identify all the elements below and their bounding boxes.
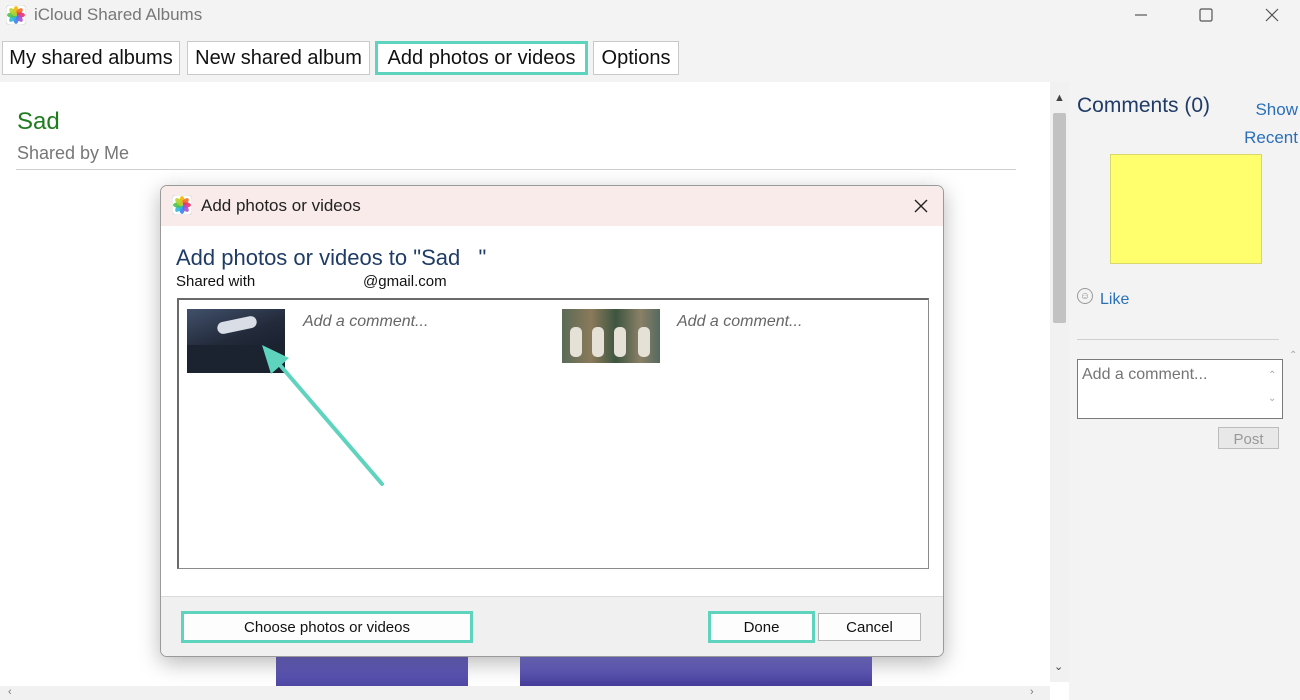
shared-with-label: Shared with bbox=[176, 273, 256, 290]
add-comment-input[interactable] bbox=[1077, 359, 1283, 419]
show-recent-link[interactable]: Show Recent bbox=[1240, 96, 1298, 152]
close-button[interactable] bbox=[1249, 0, 1295, 30]
album-title: Sad bbox=[17, 108, 60, 135]
recent-link-label: Recent bbox=[1244, 128, 1298, 147]
divider bbox=[16, 169, 1016, 170]
dialog-title: Add photos or videos bbox=[201, 196, 361, 215]
window-title: iCloud Shared Albums bbox=[34, 5, 203, 24]
photos-app-icon bbox=[172, 195, 192, 215]
smiley-icon[interactable]: ☺ bbox=[1077, 288, 1093, 304]
album-subtitle: Shared by Me bbox=[17, 143, 130, 163]
close-icon bbox=[914, 199, 928, 213]
comments-title: Comments (0) bbox=[1077, 94, 1211, 117]
album-photo[interactable] bbox=[520, 656, 872, 690]
album-photo[interactable] bbox=[276, 656, 468, 690]
shared-with-email: @gmail.com bbox=[363, 273, 447, 290]
my-shared-albums-button[interactable]: My shared albums bbox=[2, 41, 180, 75]
scroll-down-icon[interactable]: ⌄ bbox=[1054, 660, 1063, 673]
media-comment-input[interactable]: Add a comment... bbox=[303, 313, 428, 331]
dialog-heading: Add photos or videos to "Sad " bbox=[176, 245, 487, 270]
show-link-label: Show bbox=[1255, 100, 1298, 119]
scroll-up-icon[interactable]: ▲ bbox=[1054, 92, 1065, 104]
add-photos-dialog: Add photos or videos Add photos or video… bbox=[160, 185, 944, 657]
divider bbox=[1077, 339, 1279, 340]
minimize-icon bbox=[1135, 14, 1147, 16]
choose-photos-button[interactable]: Choose photos or videos bbox=[181, 611, 473, 643]
dialog-close-button[interactable] bbox=[909, 194, 933, 218]
scroll-left-icon[interactable]: ‹ bbox=[8, 686, 12, 698]
cancel-button[interactable]: Cancel bbox=[818, 613, 921, 641]
media-thumbnail[interactable] bbox=[562, 309, 660, 363]
scrollbar-thumb[interactable] bbox=[1053, 113, 1066, 323]
done-button[interactable]: Done bbox=[708, 611, 815, 643]
close-icon bbox=[1265, 8, 1279, 22]
add-photos-or-videos-button[interactable]: Add photos or videos bbox=[375, 41, 588, 75]
post-button[interactable]: Post bbox=[1218, 427, 1279, 449]
media-thumbnail[interactable] bbox=[187, 309, 285, 373]
photos-app-icon bbox=[6, 5, 26, 25]
title-bar: iCloud Shared Albums bbox=[0, 0, 1300, 30]
new-shared-album-button[interactable]: New shared album bbox=[187, 41, 370, 75]
pane-scroll-up-icon[interactable]: ⌃ bbox=[1289, 350, 1297, 361]
album-cover-note bbox=[1110, 154, 1262, 264]
toolbar: My shared albums New shared album Add ph… bbox=[0, 30, 1300, 82]
media-comment-input[interactable]: Add a comment... bbox=[677, 313, 802, 331]
horizontal-scrollbar[interactable] bbox=[0, 686, 1050, 700]
comment-scroll-up-icon[interactable]: ⌃ bbox=[1268, 370, 1276, 381]
minimize-button[interactable] bbox=[1118, 0, 1164, 30]
maximize-button[interactable] bbox=[1183, 0, 1229, 30]
comment-scroll-down-icon[interactable]: ⌄ bbox=[1268, 393, 1276, 404]
maximize-icon bbox=[1199, 8, 1213, 22]
options-button[interactable]: Options bbox=[593, 41, 679, 75]
scroll-right-icon[interactable]: › bbox=[1030, 686, 1034, 698]
like-link[interactable]: Like bbox=[1100, 291, 1129, 309]
selected-media-list[interactable] bbox=[177, 298, 929, 569]
